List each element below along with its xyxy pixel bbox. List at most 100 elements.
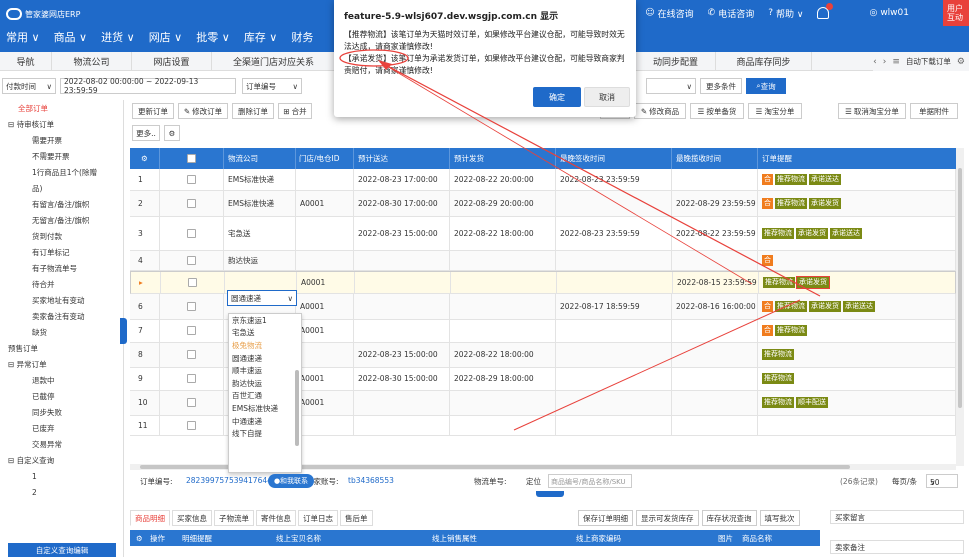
tab-next-icon[interactable]: › <box>883 57 887 67</box>
tab-store-settings[interactable]: 网店设置 <box>132 52 212 70</box>
detail-tab-2[interactable]: 子物流单 <box>214 510 254 526</box>
dropdown-option[interactable]: 顺丰速运 <box>229 364 301 377</box>
dropdown-option[interactable]: 极兔物流 <box>229 339 301 352</box>
more-button[interactable]: 更多.. <box>132 125 160 141</box>
dropdown-option[interactable]: 百世汇通 <box>229 390 301 403</box>
help-menu[interactable]: ? 帮助 ∨ <box>768 7 803 20</box>
header-arrive[interactable]: 预计送达 <box>354 148 450 169</box>
nav-item-5[interactable]: 库存 ∨ <box>244 29 278 45</box>
row-checkbox[interactable] <box>187 198 196 208</box>
dropdown-option[interactable]: EMS标准快递 <box>229 402 301 415</box>
row-checkbox[interactable] <box>187 301 196 311</box>
nav-item-6[interactable]: 财务 <box>291 29 313 45</box>
nav-item-3[interactable]: 网店 ∨ <box>149 29 183 45</box>
locate-input[interactable]: 商品编号/商品名称/SKU <box>548 474 632 488</box>
detail-header-1[interactable]: 明细提醒 <box>182 530 212 546</box>
sidebar-item-3[interactable]: 不需要开票 <box>0 148 123 164</box>
sidebar-item-19[interactable]: 同步失败 <box>0 404 123 420</box>
sidebar-item-13[interactable]: 卖家备注有变动 <box>0 308 123 324</box>
table-row[interactable]: 2 EMS标准快递 A0001 2022-08-30 17:00:00 2022-08-… <box>130 190 956 217</box>
user-interaction-button[interactable]: 用户互动 <box>943 0 969 26</box>
notification-button[interactable] <box>817 3 834 19</box>
sidebar-item-10[interactable]: 有子物流单号 <box>0 260 123 276</box>
tab-logistics[interactable]: 物流公司 <box>52 52 132 70</box>
sidebar-item-18[interactable]: 已截停 <box>0 388 123 404</box>
sidebar-item-4[interactable]: 1行商品且1个(除赠 <box>0 164 123 180</box>
detail-tab-1[interactable]: 买家信息 <box>172 510 212 526</box>
row-checkbox[interactable] <box>187 174 196 184</box>
sidebar-item-15[interactable]: 预售订单 <box>0 340 123 356</box>
table-row[interactable]: 3 宅急送 2022-08-23 15:00:00 2022-08-22 18:00:… <box>130 216 956 251</box>
dialog-cancel-button[interactable]: 取消 <box>584 87 630 107</box>
panel-expander-handle[interactable] <box>536 491 564 497</box>
detail-tab-4[interactable]: 订单日志 <box>298 510 338 526</box>
sidebar-item-14[interactable]: 缺货 <box>0 324 123 340</box>
sidebar-item-6[interactable]: 有留言/备注/旗帜 <box>0 196 123 212</box>
nav-item-0[interactable]: 常用 ∨ <box>6 29 40 45</box>
tab-stock-sync[interactable]: 商品库存同步 <box>716 52 812 70</box>
settings-gear-icon[interactable]: ⚙ <box>957 57 965 67</box>
sidebar-item-0[interactable]: 全部订单 <box>0 100 123 116</box>
row-checkbox[interactable] <box>188 277 197 287</box>
edit-order-button[interactable]: ✎ 修改订单 <box>178 103 228 119</box>
detail-button-3[interactable]: 填写批次 <box>759 510 800 526</box>
dropdown-option[interactable]: 京东速运1 <box>229 314 301 327</box>
tab-prev-icon[interactable]: ‹ <box>873 57 877 67</box>
nav-item-4[interactable]: 批零 ∨ <box>196 29 230 45</box>
detail-tab-5[interactable]: 售后单 <box>340 510 373 526</box>
header-pickup[interactable]: 最晚揽收时间 <box>672 148 758 169</box>
contact-buyer-button[interactable]: ● 和我联系 <box>268 474 314 488</box>
detail-button-2[interactable]: 库存状况查询 <box>701 510 757 526</box>
user-menu[interactable]: ◎ wlw01 <box>869 8 909 18</box>
edit-product-button[interactable]: ✎ 修改商品 <box>634 103 686 119</box>
row-checkbox[interactable] <box>187 228 196 238</box>
grid-settings-icon[interactable]: ⚙ <box>130 148 160 169</box>
row-checkbox[interactable] <box>187 420 196 430</box>
row-checkbox[interactable] <box>187 374 196 383</box>
sidebar-item-1[interactable]: ⊟ 待审核订单 <box>0 116 123 132</box>
order-field-select[interactable]: 订单编号 ∨ <box>242 78 302 94</box>
header-logistics[interactable]: 物流公司 <box>224 148 296 169</box>
detail-button-1[interactable]: 显示可发货库存 <box>636 510 699 526</box>
stock-by-order-button[interactable]: ☰ 按单备货 <box>690 103 744 119</box>
buyer-value[interactable]: tb34368553 <box>348 476 394 485</box>
detail-header-0[interactable]: 操作 <box>150 530 165 546</box>
table-row[interactable]: 4 韵达快运 合 <box>130 250 956 271</box>
row-checkbox[interactable] <box>187 398 196 407</box>
table-row[interactable]: 1 EMS标准快递 2022-08-23 17:00:00 2022-08-22 20… <box>130 169 956 191</box>
cancel-taobao-split-button[interactable]: ☰ 取消淘宝分单 <box>838 103 906 119</box>
delete-order-button[interactable]: 删除订单 <box>232 103 274 119</box>
detail-settings-icon[interactable]: ⚙ <box>136 530 143 546</box>
header-ship[interactable]: 预计发货 <box>450 148 556 169</box>
dropdown-option[interactable]: 宅急送 <box>229 327 301 340</box>
detail-header-6[interactable]: 商品名称 <box>742 530 772 546</box>
sidebar-item-17[interactable]: 退款中 <box>0 372 123 388</box>
brand-logo[interactable]: 管家婆网店ERP <box>6 7 80 21</box>
sidebar-item-9[interactable]: 有订单标记 <box>0 244 123 260</box>
attachment-button[interactable]: 单据附件 <box>910 103 958 119</box>
sidebar-item-11[interactable]: 待合并 <box>0 276 123 292</box>
more-conditions-button[interactable]: 更多条件 <box>700 78 742 94</box>
tab-sync-config[interactable]: 动同步配置 <box>636 52 716 70</box>
sidebar-item-5[interactable]: 品) <box>0 180 123 196</box>
tab-auto-download[interactable]: 自动下载订单 <box>906 56 951 67</box>
nav-item-2[interactable]: 进货 ∨ <box>101 29 135 45</box>
header-sign[interactable]: 最晚签收时间 <box>556 148 672 169</box>
sidebar-item-23[interactable]: 1 <box>0 468 123 484</box>
logistics-combo[interactable]: 圆通速递 ∨ <box>227 290 297 306</box>
query-button[interactable]: ⌕ 查询 <box>746 78 786 94</box>
row-checkbox[interactable] <box>187 255 196 265</box>
sidebar-item-21[interactable]: 交易异常 <box>0 436 123 452</box>
tab-store-mapping[interactable]: 全渠道门店对应关系 <box>212 52 336 70</box>
custom-query-edit-button[interactable]: 自定义查询编辑 <box>8 543 116 557</box>
nav-item-1[interactable]: 商品 ∨ <box>54 29 88 45</box>
phone-consult-button[interactable]: ✆ 电话咨询 <box>708 7 755 20</box>
time-type-select[interactable]: 付款时间 ∨ <box>2 78 56 94</box>
dropdown-option[interactable]: 中通速递 <box>229 415 301 428</box>
dropdown-option[interactable]: 圆通速递 <box>229 352 301 365</box>
sidebar-item-24[interactable]: 2 <box>0 484 123 500</box>
tab-list-icon[interactable]: ≡ <box>892 57 900 67</box>
select-all-checkbox[interactable] <box>187 154 196 163</box>
sidebar-item-7[interactable]: 无留言/备注/旗帜 <box>0 212 123 228</box>
detail-header-2[interactable]: 线上宝贝名称 <box>276 530 321 546</box>
